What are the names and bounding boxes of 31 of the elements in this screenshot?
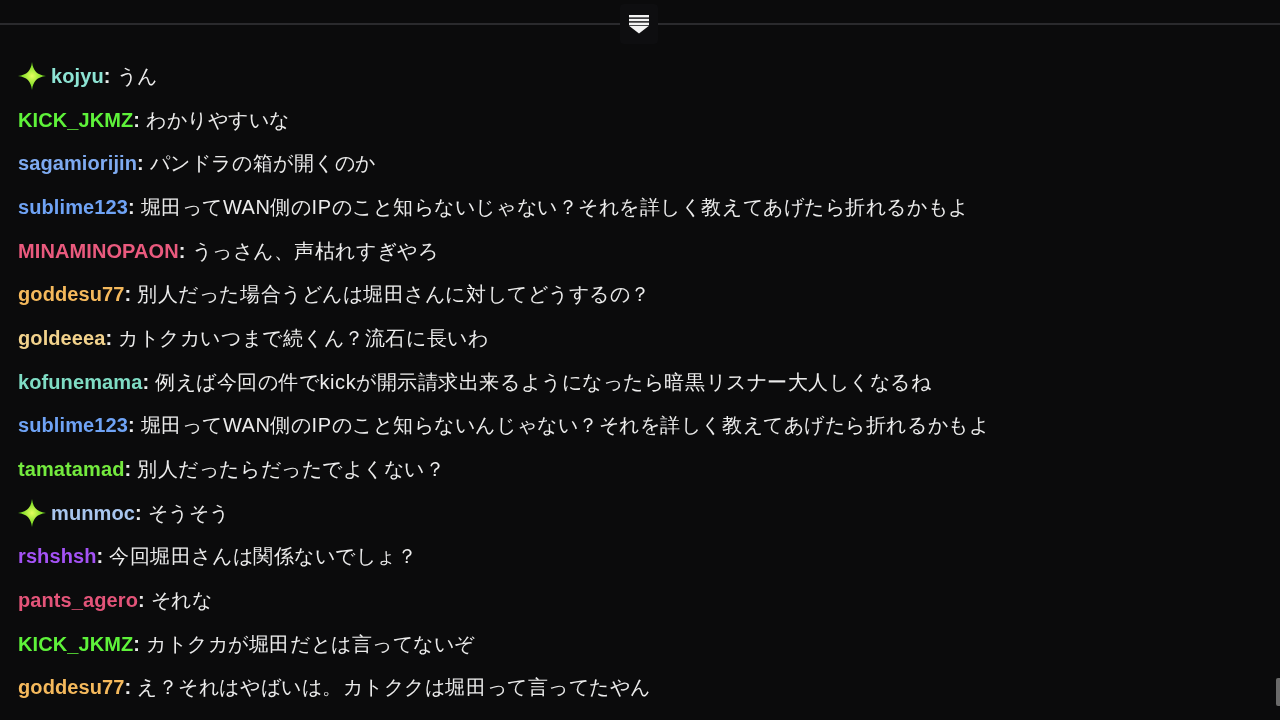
message-text: そうそう xyxy=(147,500,230,526)
username[interactable]: rshshsh: xyxy=(18,543,104,570)
message-text: 別人だったらだったでよくない？ xyxy=(137,457,446,483)
message-text: カトクカが堀田だとは言ってないぞ xyxy=(146,631,475,657)
username[interactable]: KICK_JKMZ: xyxy=(18,630,141,657)
username[interactable]: goldeeea: xyxy=(18,324,113,351)
username[interactable]: KICK_JKMZ: xyxy=(18,106,141,133)
username[interactable]: sagamiorijin: xyxy=(18,150,144,177)
message-text: カトクカいつまで続くん？流石に長いわ xyxy=(118,325,489,351)
username[interactable]: munmoc: xyxy=(51,499,142,526)
username[interactable]: kojyu: xyxy=(51,62,111,89)
scrollbar-thumb[interactable] xyxy=(1276,678,1280,706)
username[interactable]: goddesu77: xyxy=(18,281,132,308)
message-text: 例えば今回の件でkickが開示請求出来るようになったら暗黒リスナー大人しくなるね xyxy=(155,369,932,395)
username[interactable]: sublime123: xyxy=(18,193,135,220)
message-text: 別人だった場合うどんは堀田さんに対してどうするの？ xyxy=(137,282,651,308)
message-text: わかりやすいな xyxy=(146,107,290,133)
message-text: うっさん、声枯れすぎやろ xyxy=(191,238,439,264)
message-text: 堀田ってWAN側のIPのこと知らないんじゃない？それを詳しく教えてあげたら折れるかもよ xyxy=(140,413,990,439)
message-text: うん xyxy=(116,63,158,89)
message-text: 堀田ってWAN側のIPのこと知らないじゃない？それを詳しく教えてあげたら折れるかもよ xyxy=(140,194,969,220)
username[interactable]: MINAMINOPAON: xyxy=(18,237,186,264)
message-text: パンドラの箱が開くのか xyxy=(149,151,376,177)
username[interactable]: goddesu77: xyxy=(18,674,132,701)
username[interactable]: kofunemama: xyxy=(18,368,150,395)
username[interactable]: sublime123: xyxy=(18,412,135,439)
message-text: それな xyxy=(150,588,213,614)
username[interactable]: tamatamad: xyxy=(18,456,132,483)
username[interactable]: pants_agero: xyxy=(18,587,145,614)
message-text: え？それはやばいは。カトククは堀田って言ってたやん xyxy=(137,675,651,701)
message-text: 今回堀田さんは関係ないでしょ？ xyxy=(109,544,418,570)
